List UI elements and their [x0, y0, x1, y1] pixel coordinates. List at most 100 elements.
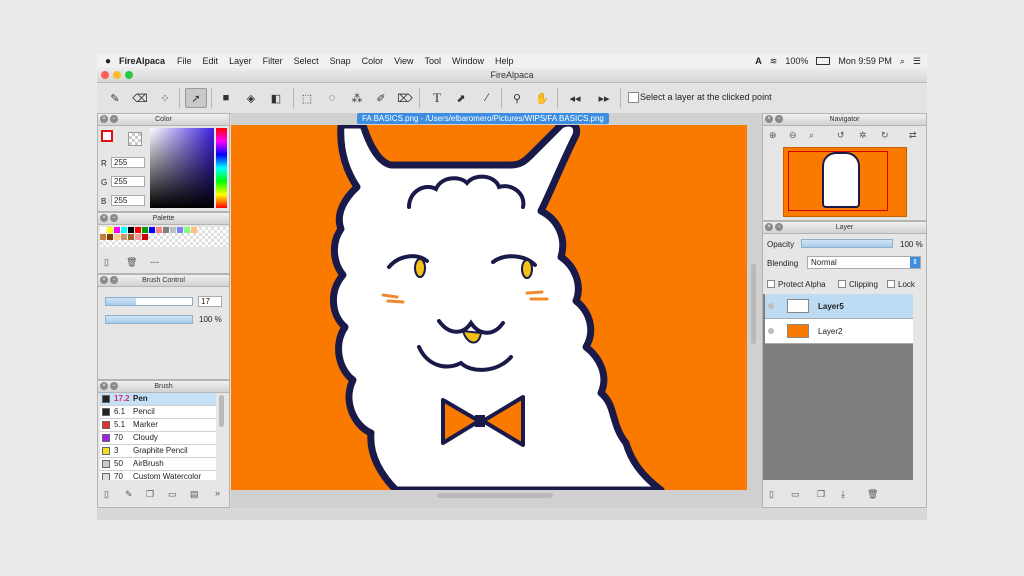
delete-palette-icon[interactable]: 🗑 — [126, 257, 137, 268]
palette-swatch[interactable] — [191, 227, 197, 233]
clipping-checkbox[interactable] — [838, 280, 846, 288]
b-value-field[interactable]: 255 — [111, 195, 145, 206]
select-layer-checkbox[interactable] — [628, 92, 639, 103]
hand-tool-icon[interactable]: ✋ — [534, 90, 550, 106]
brush-size-slider[interactable] — [105, 297, 193, 306]
drawing-canvas[interactable] — [231, 125, 747, 490]
layer-visibility-icon[interactable] — [768, 303, 774, 309]
menu-tool[interactable]: Tool — [425, 56, 442, 66]
brush-folder-icon[interactable]: ▭ — [168, 489, 177, 500]
merge-layer-icon[interactable]: ⤓ — [841, 489, 845, 500]
palette-swatch[interactable] — [114, 227, 120, 233]
palette-swatch[interactable] — [142, 234, 148, 240]
hue-slider[interactable] — [216, 128, 227, 208]
panel-close-icon[interactable]: × — [100, 214, 108, 222]
wifi-icon[interactable]: ≋ — [770, 56, 778, 67]
rotate-right-icon[interactable]: ↻ — [881, 130, 889, 141]
menu-select[interactable]: Select — [294, 56, 319, 66]
menu-filter[interactable]: Filter — [263, 56, 283, 66]
palette-swatch[interactable] — [177, 227, 183, 233]
brush-item-cloudy[interactable]: 70 Cloudy — [100, 432, 216, 445]
delete-layer-icon[interactable]: 🗑 — [867, 489, 878, 500]
palette-swatch[interactable] — [135, 227, 141, 233]
move-tool-icon[interactable]: ➚ — [185, 88, 207, 108]
vertical-scrollbar[interactable] — [751, 264, 756, 344]
secondary-color-swatch[interactable] — [128, 132, 142, 146]
panel-collapse-icon[interactable]: − — [110, 214, 118, 222]
select-eraser-tool-icon[interactable]: ⌦ — [397, 90, 413, 106]
new-layer-icon[interactable]: ▯ — [769, 489, 774, 500]
layer-visibility-icon[interactable] — [768, 328, 774, 334]
menu-layer[interactable]: Layer — [229, 56, 252, 66]
spotlight-search-icon[interactable]: ⌕ — [900, 56, 905, 67]
magic-wand-tool-icon[interactable]: ⁂ — [349, 90, 365, 106]
new-palette-icon[interactable]: ▯ — [104, 257, 109, 268]
menu-help[interactable]: Help — [495, 56, 514, 66]
select-pen-tool-icon[interactable]: ✐ — [373, 90, 389, 106]
adobe-icon[interactable]: A — [755, 56, 762, 66]
divide-tool-icon[interactable]: ⁄ — [479, 90, 495, 106]
brush-opacity-slider[interactable] — [105, 315, 193, 324]
rotate-reset-icon[interactable]: ✲ — [859, 130, 867, 141]
select-tool-icon[interactable]: ⬚ — [299, 90, 315, 106]
panel-collapse-icon[interactable]: − — [775, 223, 783, 231]
panel-close-icon[interactable]: × — [100, 115, 108, 123]
brush-item-pen[interactable]: 17.2 Pen — [100, 393, 216, 406]
panel-close-icon[interactable]: × — [100, 276, 108, 284]
dot-tool-icon[interactable]: ⁘ — [157, 90, 173, 106]
new-brush-icon[interactable]: ▯ — [104, 489, 109, 500]
expand-panel-icon[interactable]: » — [215, 488, 220, 498]
flip-horizontal-icon[interactable]: ⇄ — [909, 130, 917, 141]
blending-select[interactable]: Normal ⇕ — [807, 256, 921, 269]
panel-collapse-icon[interactable]: − — [110, 115, 118, 123]
duplicate-brush-icon[interactable]: ❐ — [146, 489, 154, 500]
eraser-tool-icon[interactable]: ⌫ — [132, 90, 148, 106]
rewind-icon[interactable]: ◂◂ — [567, 90, 583, 106]
palette-swatch[interactable] — [114, 234, 120, 240]
palette-swatch[interactable] — [100, 227, 106, 233]
palette-swatch[interactable] — [128, 234, 134, 240]
palette-swatch[interactable] — [107, 234, 113, 240]
operation-tool-icon[interactable]: ⬈ — [453, 90, 469, 106]
brush-item-custom-watercolor[interactable]: 70 Custom Watercolor — [100, 471, 216, 480]
brush-item-airbrush[interactable]: 50 AirBrush — [100, 458, 216, 471]
palette-swatch[interactable] — [128, 227, 134, 233]
saturation-value-picker[interactable] — [150, 128, 214, 208]
palette-swatch[interactable] — [121, 227, 127, 233]
brush-item-graphite-pencil[interactable]: 3 Graphite Pencil — [100, 445, 216, 458]
text-tool-icon[interactable]: T — [429, 90, 445, 106]
palette-swatch[interactable] — [149, 227, 155, 233]
panel-close-icon[interactable]: × — [765, 115, 773, 123]
palette-swatch[interactable] — [170, 227, 176, 233]
document-tab[interactable]: FA BASICS.png - /Users/elbaromero/Pictur… — [357, 113, 609, 124]
forward-icon[interactable]: ▸▸ — [596, 90, 612, 106]
panel-collapse-icon[interactable]: − — [110, 276, 118, 284]
menu-edit[interactable]: Edit — [203, 56, 219, 66]
lasso-tool-icon[interactable]: ◌ — [324, 90, 340, 106]
panel-close-icon[interactable]: × — [100, 382, 108, 390]
bucket-tool-icon[interactable]: ◈ — [243, 90, 259, 106]
palette-swatch[interactable] — [142, 227, 148, 233]
horizontal-scrollbar[interactable] — [437, 493, 553, 498]
new-folder-icon[interactable]: ▭ — [791, 489, 800, 500]
brush-settings-icon[interactable]: ▤ — [190, 489, 199, 500]
gradient-tool-icon[interactable]: ◧ — [268, 90, 284, 106]
menu-window[interactable]: Window — [452, 56, 484, 66]
canvas-area[interactable]: FA BASICS.png - /Users/elbaromero/Pictur… — [231, 113, 762, 508]
fill-rect-tool-icon[interactable]: ■ — [218, 90, 234, 106]
g-value-field[interactable]: 255 — [111, 176, 145, 187]
palette-swatch[interactable] — [121, 234, 127, 240]
brush-item-pencil[interactable]: 6.1 Pencil — [100, 406, 216, 419]
menu-file[interactable]: File — [177, 56, 192, 66]
layer-row-layer2[interactable]: Layer2 — [765, 319, 913, 344]
eyedropper-tool-icon[interactable]: ⚲ — [509, 90, 525, 106]
layer-opacity-slider[interactable] — [801, 239, 893, 248]
brush-tool-icon[interactable]: ✎ — [107, 90, 123, 106]
panel-close-icon[interactable]: × — [765, 223, 773, 231]
brush-item-marker[interactable]: 5.1 Marker — [100, 419, 216, 432]
palette-swatch[interactable] — [163, 227, 169, 233]
palette-swatch[interactable] — [107, 227, 113, 233]
zoom-out-icon[interactable]: ⊖ — [789, 130, 797, 141]
r-value-field[interactable]: 255 — [111, 157, 145, 168]
menu-view[interactable]: View — [394, 56, 413, 66]
